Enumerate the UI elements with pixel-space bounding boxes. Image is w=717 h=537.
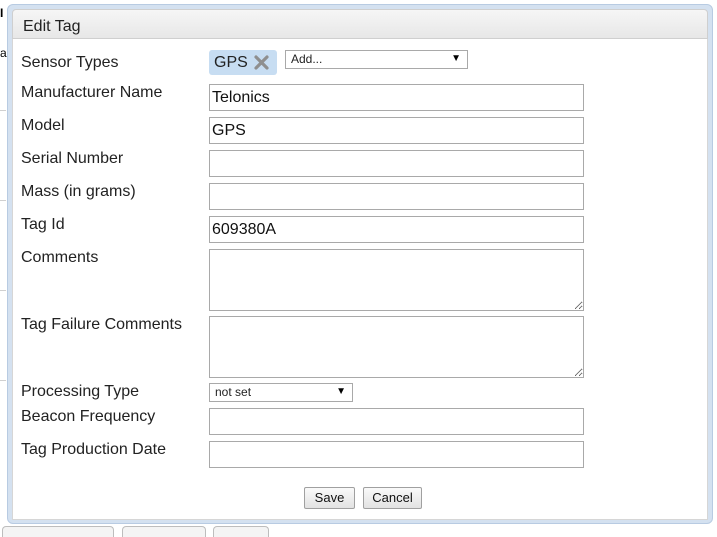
sensor-type-chip: GPS [209, 50, 277, 75]
beacon-frequency-label: Beacon Frequency [21, 408, 156, 425]
model-input[interactable] [209, 117, 584, 144]
tag-failure-comments-textarea[interactable] [209, 316, 584, 378]
background-button [2, 526, 114, 537]
background-page-fragment: I [0, 6, 4, 20]
serial-number-input[interactable] [209, 150, 584, 177]
tag-id-input[interactable] [209, 216, 584, 243]
triangle-down-icon: ▼ [336, 386, 346, 397]
background-page-fragment: a [0, 46, 7, 60]
dialog-title: Edit Tag [23, 18, 81, 35]
background-divider [0, 110, 6, 111]
tag-failure-comments-label: Tag Failure Comments [21, 316, 182, 333]
manufacturer-name-label: Manufacturer Name [21, 84, 163, 101]
comments-label: Comments [21, 249, 99, 266]
serial-number-label: Serial Number [21, 150, 124, 167]
sensor-type-add-text: Add... [291, 52, 323, 66]
tag-id-label: Tag Id [21, 216, 65, 233]
comments-textarea[interactable] [209, 249, 584, 311]
edit-tag-dialog: Edit Tag Sensor Types GPS Add... ▼ Manuf… [7, 4, 713, 524]
background-divider [0, 380, 6, 381]
dialog-content: Sensor Types GPS Add... ▼ Manufacturer N… [12, 39, 708, 520]
sensor-type-chip-label: GPS [214, 54, 248, 71]
processing-type-select[interactable]: not set ▼ [209, 383, 353, 402]
tag-production-date-label: Tag Production Date [21, 441, 166, 458]
triangle-down-icon: ▼ [451, 53, 461, 64]
model-label: Model [21, 117, 65, 134]
sensor-types-label: Sensor Types [21, 54, 119, 71]
background-divider [0, 200, 6, 201]
background-button [122, 526, 206, 537]
background-button [213, 526, 269, 537]
mass-input[interactable] [209, 183, 584, 210]
cancel-button[interactable]: Cancel [363, 487, 422, 509]
save-button[interactable]: Save [304, 487, 355, 509]
processing-type-selected: not set [215, 385, 252, 399]
mass-label: Mass (in grams) [21, 183, 136, 200]
manufacturer-name-input[interactable] [209, 84, 584, 111]
sensor-type-add-select[interactable]: Add... ▼ [285, 50, 468, 69]
processing-type-label: Processing Type [21, 383, 139, 400]
tag-production-date-input[interactable] [209, 441, 584, 468]
close-icon[interactable] [253, 54, 270, 71]
background-divider [0, 290, 6, 291]
beacon-frequency-input[interactable] [209, 408, 584, 435]
dialog-titlebar[interactable]: Edit Tag [12, 9, 708, 39]
